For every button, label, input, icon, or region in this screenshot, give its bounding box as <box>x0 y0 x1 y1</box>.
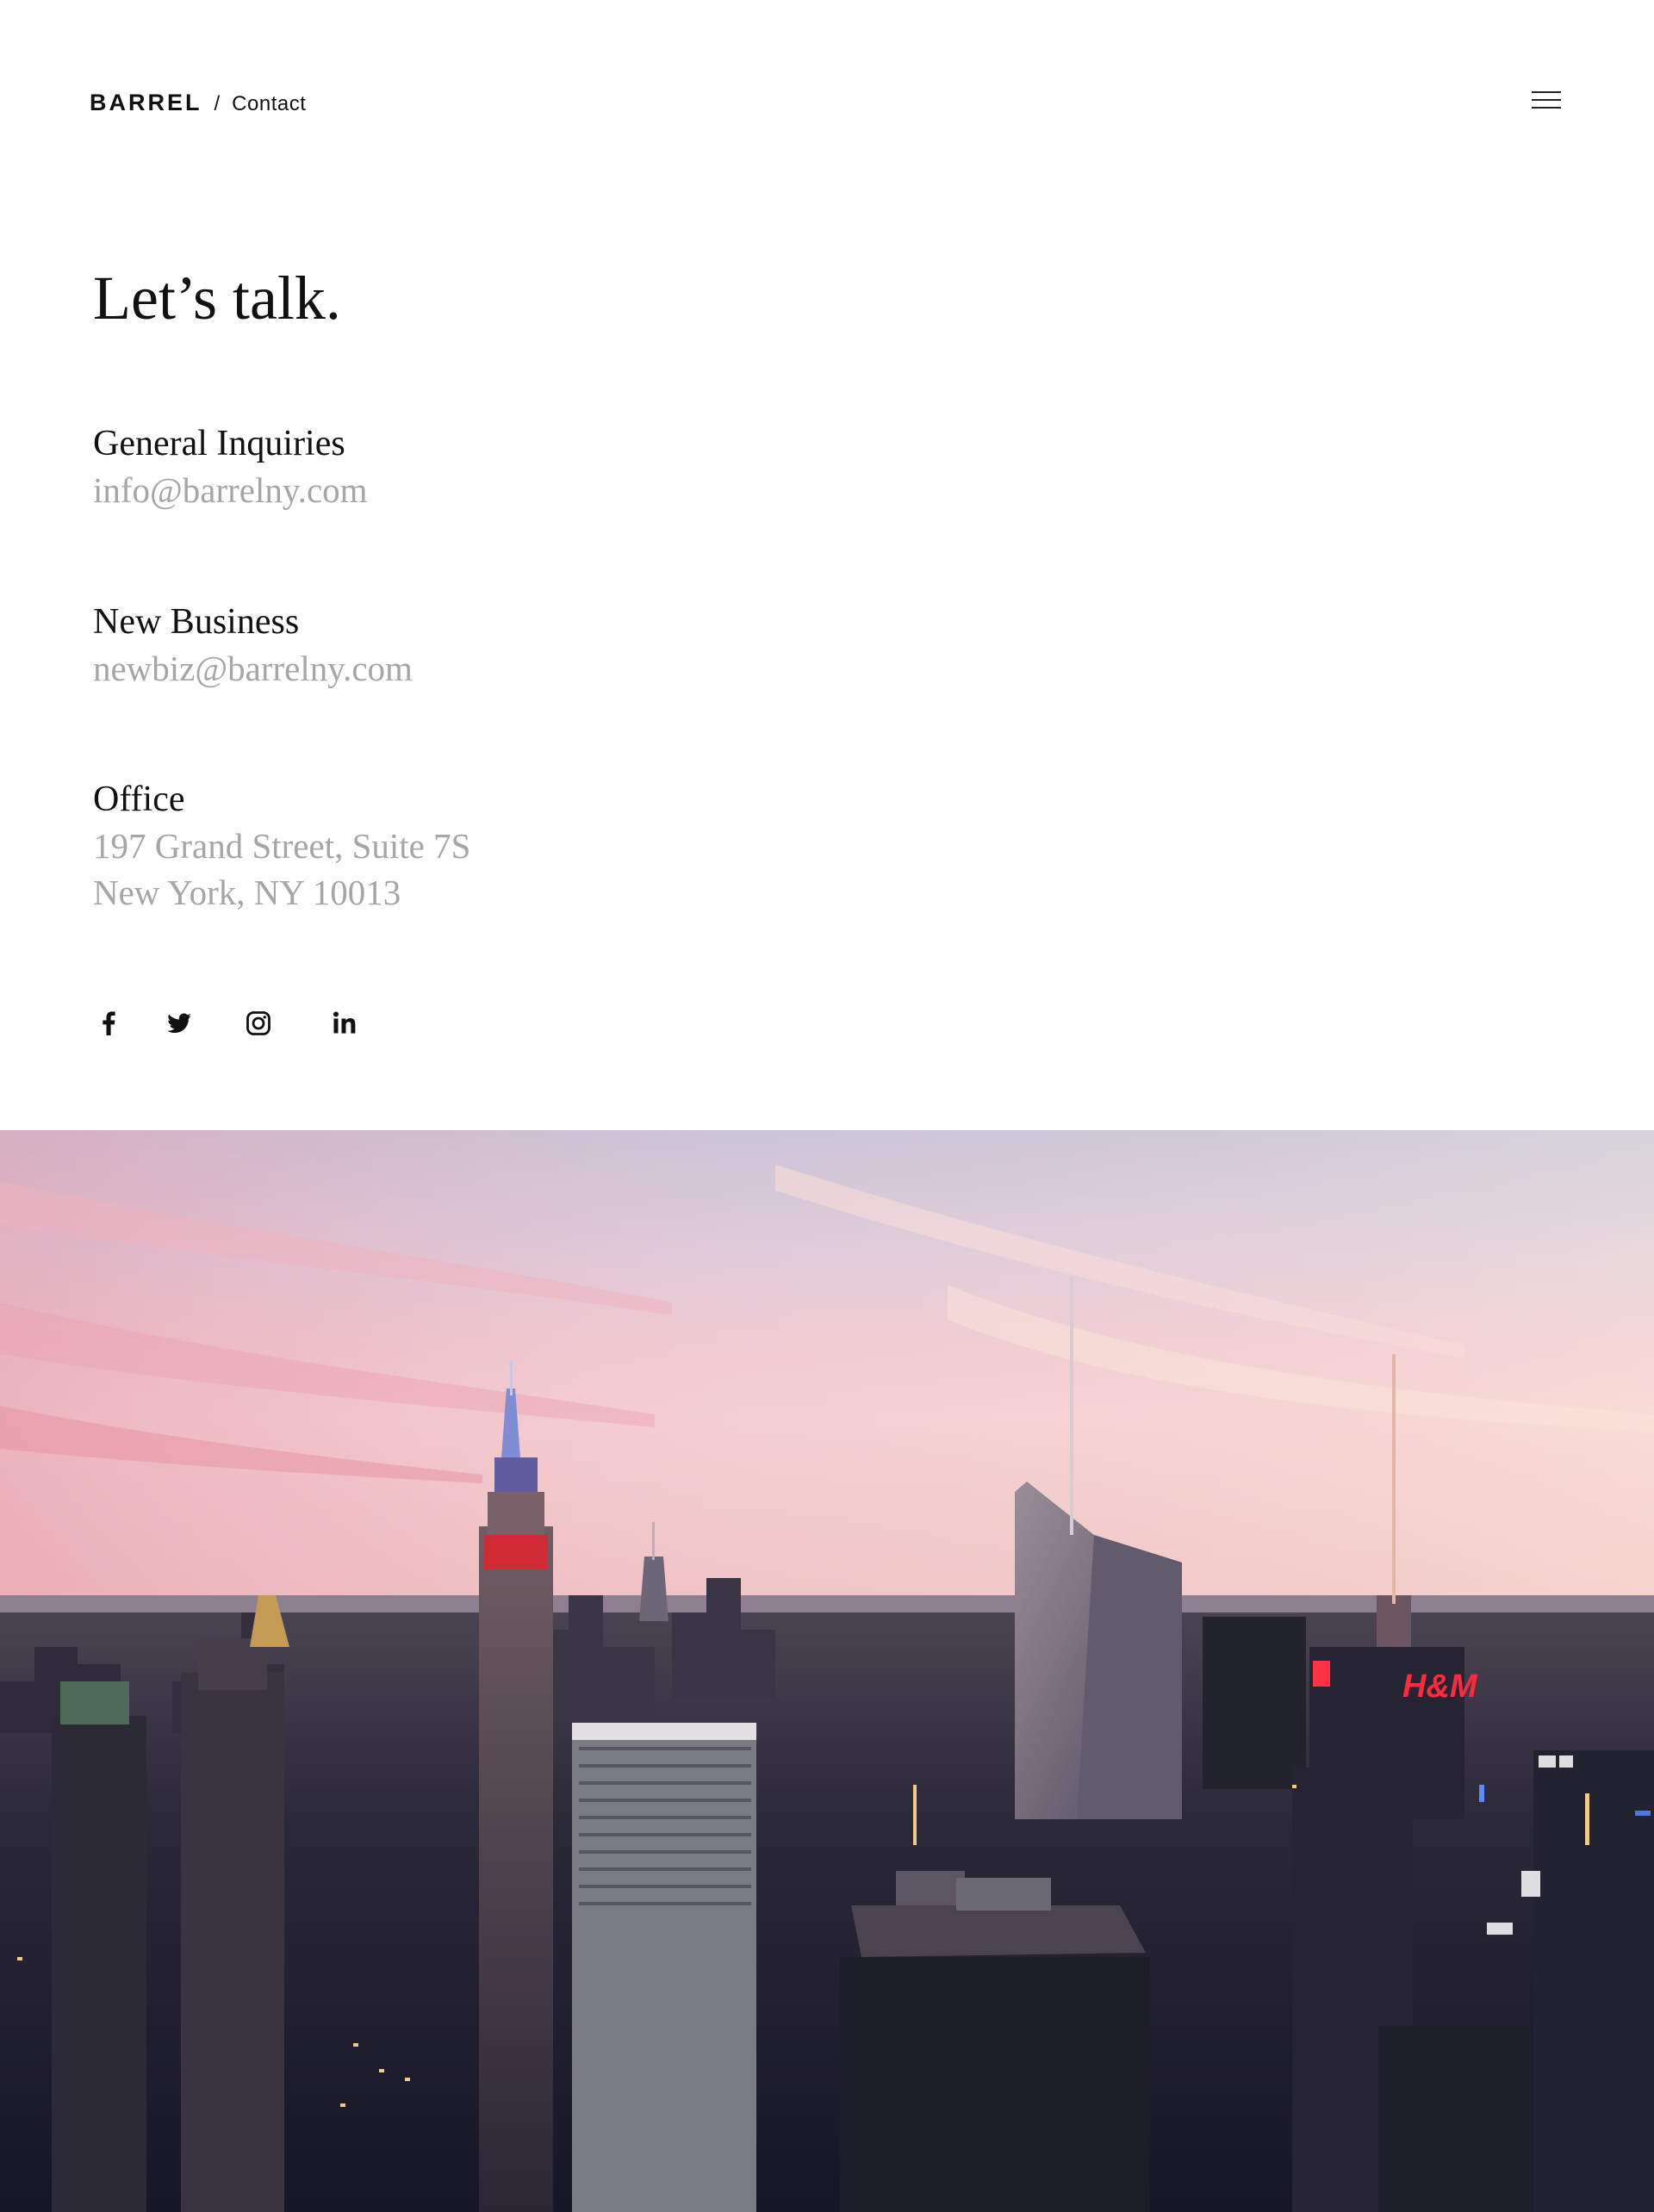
breadcrumb-separator: / <box>214 92 221 115</box>
office-address-line2: New York, NY 10013 <box>93 873 401 912</box>
general-inquiries-title: General Inquiries <box>93 424 345 463</box>
breadcrumb: BARREL / Contact <box>90 90 306 116</box>
twitter-icon[interactable] <box>162 1006 196 1041</box>
new-business-email-link[interactable]: newbiz@barrelny.com <box>93 645 413 692</box>
instagram-icon[interactable] <box>241 1006 276 1041</box>
site-header: BARREL / Contact <box>0 0 1654 207</box>
linkedin-icon[interactable] <box>327 1006 362 1041</box>
brand-logo[interactable]: BARREL <box>90 90 202 116</box>
facebook-icon[interactable] <box>91 1006 126 1041</box>
office-address-line1: 197 Grand Street, Suite 7S <box>93 826 471 866</box>
breadcrumb-current-page: Contact <box>232 92 307 115</box>
office-title: Office <box>93 780 185 819</box>
city-skyline-image: H&M <box>0 1130 1654 2212</box>
new-business-section: New Business newbiz@barrelny.com <box>93 599 413 692</box>
office-section: Office 197 Grand Street, Suite 7S New Yo… <box>93 776 470 916</box>
hm-sign: H&M <box>1402 1668 1478 1705</box>
general-inquiries-email-link[interactable]: info@barrelny.com <box>93 467 368 513</box>
page-title: Let’s talk. <box>93 264 341 332</box>
new-business-title: New Business <box>93 602 300 642</box>
general-inquiries-section: General Inquiries info@barrelny.com <box>93 420 368 513</box>
hamburger-menu-icon[interactable] <box>1530 86 1564 114</box>
